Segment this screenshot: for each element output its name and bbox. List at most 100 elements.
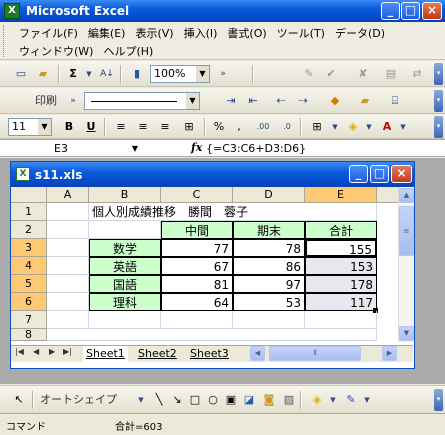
cell-a7[interactable] — [47, 311, 89, 329]
cell-a4[interactable] — [47, 257, 89, 275]
toolbar-chevron-icon[interactable]: ▾ — [434, 116, 443, 138]
row-header-2[interactable]: 2 — [11, 221, 47, 239]
vertical-scrollbar[interactable]: ▲ ≡ ▼ — [398, 188, 414, 342]
tab-sheet1[interactable]: Sheet1 — [83, 346, 128, 362]
wordart-icon[interactable]: ◪ — [240, 391, 258, 409]
maximize-button[interactable]: □ — [401, 2, 420, 20]
comma-style-icon[interactable]: , — [230, 118, 248, 136]
row-header-5[interactable]: 5 — [11, 275, 47, 293]
arrow-icon[interactable]: ↘ — [168, 391, 186, 409]
autosum-dropdown-icon[interactable]: ▼ — [80, 65, 98, 83]
cell-d3[interactable]: 78 — [233, 239, 305, 257]
font-color-dropdown-icon[interactable]: ▼ — [394, 118, 412, 136]
tab-sheet3[interactable]: Sheet3 — [187, 346, 232, 362]
cell-d7[interactable] — [233, 311, 305, 329]
cell-e7[interactable] — [305, 311, 377, 329]
column-header-e[interactable]: E — [305, 187, 377, 203]
cell-b6-subject[interactable]: 理科 — [89, 293, 161, 311]
next-sheet-icon[interactable]: ▶ — [49, 347, 55, 356]
fill-color-dropdown-icon[interactable]: ▼ — [360, 118, 378, 136]
formula-audit-icon[interactable]: ⌸ — [386, 92, 404, 110]
cell-c6[interactable]: 64 — [161, 293, 233, 311]
print-options-icon[interactable]: » — [64, 92, 82, 110]
column-header-c[interactable]: C — [161, 187, 233, 203]
track-changes-icon[interactable]: ✎ — [300, 65, 318, 83]
cell-d6[interactable]: 53 — [233, 293, 305, 311]
cell-e2-header[interactable]: 合計 — [305, 221, 377, 239]
scroll-down-icon[interactable]: ▼ — [399, 326, 414, 341]
prev-sheet-icon[interactable]: ◀ — [33, 347, 39, 356]
cell-b1-title[interactable]: 個人別成績推移 勝間 蓉子 — [89, 203, 377, 221]
zoom-select[interactable]: 100% ▼ — [150, 65, 210, 83]
toolbar-chevron-icon[interactable]: ▾ — [434, 63, 443, 85]
row-header-7[interactable]: 7 — [11, 311, 47, 329]
underline-button[interactable]: U — [82, 118, 100, 136]
cell-b5-subject[interactable]: 国語 — [89, 275, 161, 293]
chart-wizard-icon[interactable]: ▮ — [128, 65, 146, 83]
hscroll-left-icon[interactable]: ◀ — [250, 346, 265, 361]
align-center-icon[interactable]: ≡ — [134, 118, 152, 136]
chevron-down-icon[interactable]: ▼ — [132, 141, 138, 156]
new-icon[interactable]: ▭ — [12, 65, 30, 83]
menu-edit[interactable]: 編集(E) — [83, 24, 131, 43]
menu-help[interactable]: ヘルプ(H) — [98, 42, 158, 61]
reject-change-icon[interactable]: ✘ — [354, 65, 372, 83]
menu-format[interactable]: 書式(O) — [222, 24, 271, 43]
reviewing-icon[interactable]: ⇄ — [408, 65, 426, 83]
cell-a2[interactable] — [47, 221, 89, 239]
row-8-cells[interactable] — [47, 329, 377, 341]
align-left-icon[interactable]: ≡ — [112, 118, 130, 136]
align-right-icon[interactable]: ≡ — [156, 118, 174, 136]
workbook-icon[interactable]: X — [16, 167, 30, 181]
toolbar-options-icon[interactable]: » — [214, 65, 232, 83]
autoshape-menu[interactable]: オートシェイプ(U) — [40, 391, 132, 424]
picture-icon[interactable]: ▨ — [280, 391, 298, 409]
cell-a1[interactable] — [47, 203, 89, 221]
toolbar-chevron-icon[interactable]: ▾ — [434, 90, 443, 112]
cell-c4[interactable]: 67 — [161, 257, 233, 275]
cell-b7[interactable] — [89, 311, 161, 329]
row-header-3[interactable]: 3 — [11, 239, 47, 257]
row-header-4[interactable]: 4 — [11, 257, 47, 275]
hscroll-right-icon[interactable]: ▶ — [382, 346, 397, 361]
decrease-decimal-icon[interactable]: .0 — [278, 118, 296, 136]
percent-icon[interactable]: % — [210, 118, 228, 136]
insert-function-icon[interactable]: fx — [191, 141, 202, 154]
column-header-b[interactable]: B — [89, 187, 161, 203]
select-all-corner[interactable] — [11, 187, 47, 203]
hscroll-thumb[interactable]: ⦀ — [269, 346, 361, 361]
clipart-icon[interactable]: ◙ — [260, 391, 278, 409]
font-size-select[interactable]: 11 ▼ — [8, 118, 52, 136]
sort-ascending-icon[interactable]: A↓ — [98, 65, 116, 83]
chevron-down-icon[interactable]: ▼ — [38, 119, 51, 135]
toolbar-chevron-icon[interactable]: ▾ — [434, 389, 443, 411]
cell-e3-active[interactable]: 155 — [305, 239, 377, 257]
cell-e4[interactable]: 153 — [305, 257, 377, 275]
tab-sheet2[interactable]: Sheet2 — [135, 346, 180, 362]
cell-a5[interactable] — [47, 275, 89, 293]
cell-d2-header[interactable]: 期末 — [233, 221, 305, 239]
formula-input[interactable]: {=C3:C6+D3:D6} — [206, 141, 306, 156]
cell-c5[interactable]: 81 — [161, 275, 233, 293]
chevron-down-icon[interactable]: ▼ — [186, 93, 199, 109]
increase-decimal-icon[interactable]: .00 — [254, 118, 272, 136]
borders-icon[interactable]: ⊞ — [308, 118, 326, 136]
indent-icon[interactable]: ⇥ — [222, 92, 240, 110]
column-header-a[interactable]: A — [47, 187, 89, 203]
cell-d5[interactable]: 97 — [233, 275, 305, 293]
excel-app-icon[interactable]: X — [4, 3, 20, 19]
line-style-select[interactable]: ▼ — [84, 92, 200, 110]
column-header-d[interactable]: D — [233, 187, 305, 203]
line-color-dropdown-icon[interactable]: ▼ — [358, 391, 376, 409]
oval-icon[interactable]: ○ — [204, 391, 222, 409]
bold-button[interactable]: B — [60, 118, 78, 136]
open-folder-icon[interactable]: ▰ — [34, 65, 52, 83]
menu-grip[interactable] — [3, 25, 6, 57]
cell-a6[interactable] — [47, 293, 89, 311]
menu-tools[interactable]: ツール(T) — [272, 24, 330, 43]
row-header-6[interactable]: 6 — [11, 293, 47, 311]
cell-a3[interactable] — [47, 239, 89, 257]
chevron-down-icon[interactable]: ▼ — [196, 66, 209, 82]
autoshape-dropdown-icon[interactable]: ▼ — [132, 391, 150, 409]
menu-file[interactable]: ファイル(F) — [14, 24, 83, 43]
